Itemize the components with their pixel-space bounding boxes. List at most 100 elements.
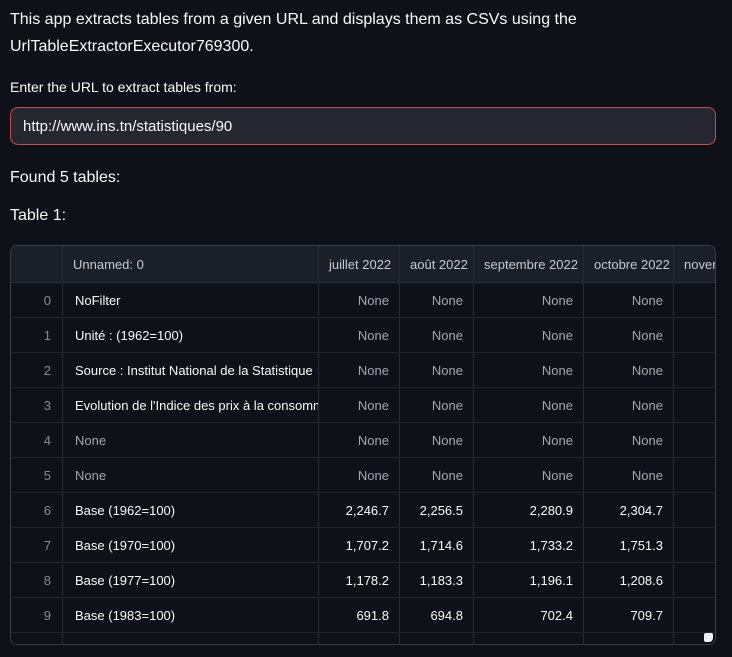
intro-text: This app extracts tables from a given UR…	[10, 7, 716, 60]
value-cell[interactable]: None	[474, 283, 584, 317]
app-page: This app extracts tables from a given UR…	[0, 0, 732, 657]
value-cell-clipped[interactable]	[674, 388, 715, 422]
value-cell[interactable]: 691.8	[319, 598, 400, 632]
value-cell[interactable]: None	[400, 388, 474, 422]
resize-handle[interactable]	[704, 633, 713, 642]
table-row: 10Base (1990=100)	[11, 633, 715, 645]
row-index-cell[interactable]: 0	[11, 283, 63, 317]
value-cell[interactable]: None	[584, 388, 674, 422]
table-row: 4NoneNoneNoneNoneNone	[11, 423, 715, 458]
table-body: 0NoFilterNoneNoneNoneNone1Unité : (1962=…	[11, 283, 715, 645]
value-cell[interactable]: None	[319, 388, 400, 422]
column-header[interactable]: septembre 2022	[474, 246, 584, 282]
column-header[interactable]: Unnamed: 0	[63, 246, 319, 282]
value-cell[interactable]: None	[584, 318, 674, 352]
row-index-cell[interactable]: 10	[11, 633, 63, 645]
value-cell[interactable]	[400, 633, 474, 645]
value-cell[interactable]: None	[400, 458, 474, 492]
table-row: 3Evolution de l'Indice des prix à la con…	[11, 388, 715, 423]
row-label-cell[interactable]: Base (1962=100)	[63, 493, 319, 527]
value-cell[interactable]	[474, 633, 584, 645]
value-cell[interactable]: 1,707.2	[319, 528, 400, 562]
found-tables-text: Found 5 tables:	[10, 169, 120, 187]
row-label-cell[interactable]: Unité : (1962=100)	[63, 318, 319, 352]
row-label-cell[interactable]: Base (1970=100)	[63, 528, 319, 562]
row-index-cell[interactable]: 9	[11, 598, 63, 632]
value-cell[interactable]: 709.7	[584, 598, 674, 632]
row-label-cell[interactable]: Base (1983=100)	[63, 598, 319, 632]
value-cell[interactable]: None	[584, 458, 674, 492]
row-index-cell[interactable]: 3	[11, 388, 63, 422]
row-label-cell[interactable]: None	[63, 458, 319, 492]
row-index-cell[interactable]: 1	[11, 318, 63, 352]
value-cell[interactable]: 2,256.5	[400, 493, 474, 527]
value-cell[interactable]: 2,246.7	[319, 493, 400, 527]
value-cell[interactable]: 1,196.1	[474, 563, 584, 597]
value-cell-clipped[interactable]	[674, 528, 715, 562]
column-header[interactable]: août 2022	[400, 246, 474, 282]
row-label-cell[interactable]: NoFilter	[63, 283, 319, 317]
table-row: 0NoFilterNoneNoneNoneNone	[11, 283, 715, 318]
column-header[interactable]: juillet 2022	[319, 246, 400, 282]
row-index-cell[interactable]: 2	[11, 353, 63, 387]
value-cell-clipped[interactable]	[674, 458, 715, 492]
value-cell[interactable]: 1,733.2	[474, 528, 584, 562]
value-cell[interactable]: None	[319, 318, 400, 352]
table-row: 9Base (1983=100)691.8694.8702.4709.7	[11, 598, 715, 633]
row-label-cell[interactable]: None	[63, 423, 319, 457]
value-cell[interactable]: 694.8	[400, 598, 474, 632]
value-cell[interactable]: None	[319, 458, 400, 492]
value-cell[interactable]	[584, 633, 674, 645]
value-cell[interactable]: None	[400, 283, 474, 317]
value-cell[interactable]: None	[474, 423, 584, 457]
column-header[interactable]: novembre 2022	[674, 246, 715, 282]
dataframe[interactable]: Unnamed: 0juillet 2022août 2022septembre…	[10, 245, 716, 645]
value-cell[interactable]: None	[400, 318, 474, 352]
row-label-cell[interactable]: Evolution de l'Indice des prix à la cons…	[63, 388, 319, 422]
value-cell-clipped[interactable]	[674, 493, 715, 527]
value-cell-clipped[interactable]	[674, 283, 715, 317]
value-cell[interactable]: None	[584, 353, 674, 387]
value-cell-clipped[interactable]	[674, 318, 715, 352]
value-cell-clipped[interactable]	[674, 423, 715, 457]
table-title: Table 1:	[10, 207, 66, 225]
table-header-row: Unnamed: 0juillet 2022août 2022septembre…	[11, 246, 715, 283]
table-row: 8Base (1977=100)1,178.21,183.31,196.11,2…	[11, 563, 715, 598]
value-cell[interactable]: 1,183.3	[400, 563, 474, 597]
url-input[interactable]	[10, 107, 716, 145]
value-cell-clipped[interactable]	[674, 598, 715, 632]
value-cell[interactable]: None	[474, 353, 584, 387]
row-label-cell[interactable]: Base (1990=100)	[63, 633, 319, 645]
value-cell[interactable]: None	[474, 318, 584, 352]
row-index-cell[interactable]: 5	[11, 458, 63, 492]
value-cell[interactable]: None	[474, 458, 584, 492]
value-cell[interactable]: None	[400, 353, 474, 387]
value-cell[interactable]: None	[319, 283, 400, 317]
row-label-cell[interactable]: Source : Institut National de la Statist…	[63, 353, 319, 387]
value-cell[interactable]: None	[584, 283, 674, 317]
row-index-cell[interactable]: 6	[11, 493, 63, 527]
table-row: 5NoneNoneNoneNoneNone	[11, 458, 715, 493]
value-cell[interactable]: 1,208.6	[584, 563, 674, 597]
corner-header-cell[interactable]	[11, 246, 63, 282]
row-index-cell[interactable]: 8	[11, 563, 63, 597]
value-cell[interactable]: 1,714.6	[400, 528, 474, 562]
row-index-cell[interactable]: 7	[11, 528, 63, 562]
value-cell[interactable]: None	[319, 353, 400, 387]
value-cell[interactable]: None	[474, 388, 584, 422]
value-cell[interactable]: None	[319, 423, 400, 457]
value-cell[interactable]: 1,751.3	[584, 528, 674, 562]
value-cell[interactable]: 702.4	[474, 598, 584, 632]
value-cell[interactable]: 2,280.9	[474, 493, 584, 527]
value-cell[interactable]: None	[584, 423, 674, 457]
value-cell[interactable]: 1,178.2	[319, 563, 400, 597]
row-index-cell[interactable]: 4	[11, 423, 63, 457]
value-cell[interactable]: 2,304.7	[584, 493, 674, 527]
value-cell-clipped[interactable]	[674, 563, 715, 597]
row-label-cell[interactable]: Base (1977=100)	[63, 563, 319, 597]
table-row: 6Base (1962=100)2,246.72,256.52,280.92,3…	[11, 493, 715, 528]
column-header[interactable]: octobre 2022	[584, 246, 674, 282]
value-cell[interactable]: None	[400, 423, 474, 457]
value-cell-clipped[interactable]	[674, 353, 715, 387]
value-cell[interactable]	[319, 633, 400, 645]
